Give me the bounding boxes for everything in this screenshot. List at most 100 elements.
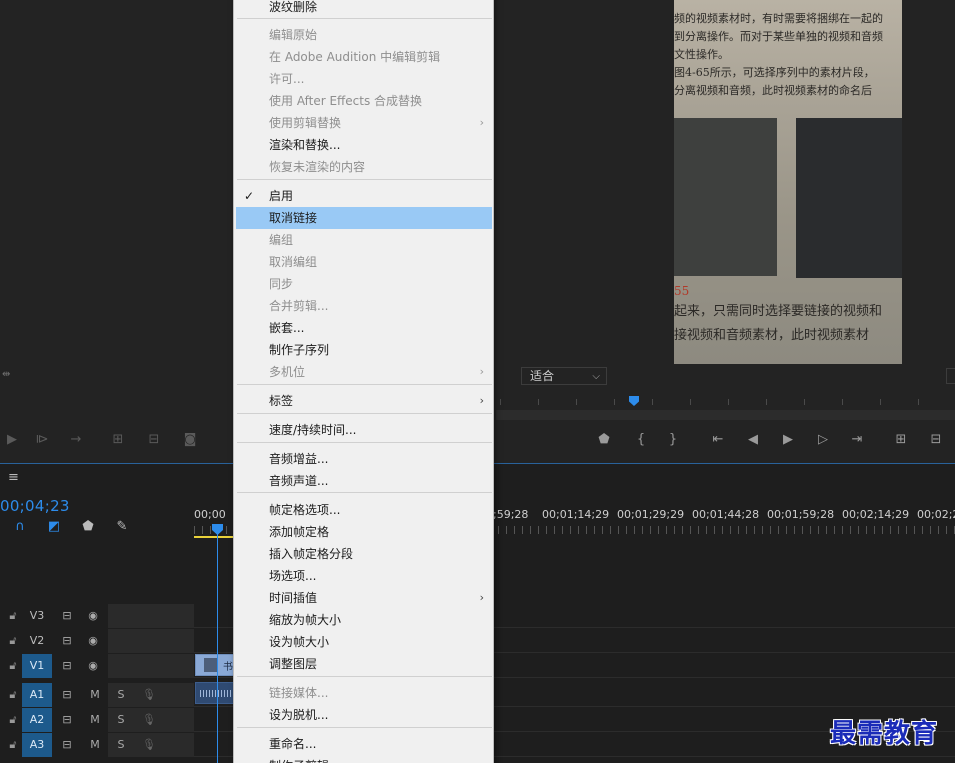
step-forward-icon[interactable]: ▷ (811, 428, 835, 452)
menu-item[interactable]: 取消链接 (236, 207, 492, 229)
menu-item-label: 缩放为帧大小 (269, 613, 342, 627)
video-text-line: 接视频和音频素材，此时视频素材 (674, 328, 870, 343)
submenu-arrow-icon: › (479, 394, 484, 407)
menu-item[interactable]: 嵌套... (236, 317, 492, 339)
microphone-icon[interactable]: 🎙︎ (142, 713, 156, 727)
track-name[interactable]: A1 (22, 683, 52, 707)
track-name[interactable]: A3 (22, 733, 52, 757)
menu-item[interactable]: 音频声道... (236, 470, 492, 492)
timeline-timecode[interactable]: 00;04;23 (0, 497, 70, 515)
menu-item[interactable]: 标签 › (236, 390, 492, 412)
extract-right-icon[interactable]: ⊟ (924, 428, 948, 452)
track-name[interactable]: V2 (22, 629, 52, 653)
wrench-icon[interactable]: ✎ (112, 517, 132, 537)
menu-item[interactable]: 速度/持续时间... (236, 419, 492, 441)
menu-item-label: 编组 (269, 233, 294, 247)
menu-item-label: 帧定格选项... (269, 503, 341, 517)
menu-item-label: 嵌套... (269, 321, 305, 335)
sync-lock-icon[interactable]: ⊟ (60, 713, 74, 727)
solo-button[interactable]: S (114, 738, 128, 752)
menu-item-label: 速度/持续时间... (269, 423, 357, 437)
video-text-line: 到分离操作。而对于某些单独的视频和音频 (674, 30, 883, 43)
linked-selection-icon[interactable]: ◩ (44, 517, 64, 537)
lift-right-icon[interactable]: ⊞ (889, 428, 913, 452)
solo-button[interactable]: S (114, 713, 128, 727)
lock-icon[interactable]: 🔓︎ (6, 688, 20, 702)
eye-icon[interactable]: ◉ (86, 634, 100, 648)
track-name[interactable]: V3 (22, 604, 52, 628)
menu-item[interactable]: 场选项... (236, 565, 492, 587)
submenu-arrow-icon: › (479, 365, 484, 378)
menu-item[interactable]: 渲染和替换... (236, 134, 492, 156)
settings-icon[interactable]: ⇹ (2, 369, 10, 380)
mute-button[interactable]: M (88, 688, 102, 702)
track-a2: 🔓︎ A2 ⊟ M S 🎙︎ (0, 708, 194, 732)
menu-item[interactable]: 制作子序列 (236, 339, 492, 361)
go-to-out-left-icon[interactable]: → (64, 428, 88, 452)
work-area-bar[interactable] (194, 536, 234, 538)
menu-item[interactable]: 添加帧定格 (236, 521, 492, 543)
eye-icon[interactable]: ◉ (86, 609, 100, 623)
lock-icon[interactable]: 🔓︎ (6, 713, 20, 727)
audio-clip[interactable] (195, 682, 235, 704)
solo-button[interactable]: S (114, 688, 128, 702)
microphone-icon[interactable]: 🎙︎ (142, 738, 156, 752)
lock-icon[interactable]: 🔓︎ (6, 738, 20, 752)
menu-item[interactable]: 音频增益... (236, 448, 492, 470)
play-in-to-out-icon[interactable]: ▶ (0, 428, 24, 452)
menu-item-label: 使用 After Effects 合成替换 (269, 94, 423, 108)
lock-icon[interactable]: 🔓︎ (6, 609, 20, 623)
eye-icon[interactable]: ◉ (86, 659, 100, 673)
track-name[interactable]: V1 (22, 654, 52, 678)
menu-item[interactable]: 启用 ✓ (236, 185, 492, 207)
sync-lock-icon[interactable]: ⊟ (60, 609, 74, 623)
menu-item-label: 取消编组 (269, 255, 318, 269)
lock-icon[interactable]: 🔓︎ (6, 659, 20, 673)
extract-icon[interactable]: ⊟ (142, 428, 166, 452)
menu-item[interactable]: 波纹删除 (236, 0, 492, 18)
menu-item-label: 添加帧定格 (269, 525, 330, 539)
ruler-tick (728, 399, 729, 405)
ruler-label: 00;01;29;29 (617, 508, 685, 521)
go-to-in-icon[interactable]: ⇤ (706, 428, 730, 452)
menu-item[interactable]: 插入帧定格分段 (236, 543, 492, 565)
menu-item[interactable]: 重命名... (236, 733, 492, 755)
sync-lock-icon[interactable]: ⊟ (60, 688, 74, 702)
video-preview: 频的视频素材时，有时需要将捆绑在一起的 到分离操作。而对于某些单独的视频和音频 … (674, 0, 902, 364)
sync-lock-icon[interactable]: ⊟ (60, 634, 74, 648)
menu-item[interactable]: 制作子剪辑... (236, 755, 492, 763)
ruler-tick (766, 399, 767, 405)
play-icon[interactable]: ▶ (776, 428, 800, 452)
microphone-icon[interactable]: 🎙︎ (142, 688, 156, 702)
add-marker-icon[interactable]: ⬟ (592, 428, 616, 452)
step-back-icon[interactable]: ◀ (741, 428, 765, 452)
sync-lock-icon[interactable]: ⊟ (60, 738, 74, 752)
menu-item[interactable]: 时间插值 › (236, 587, 492, 609)
menu-item[interactable]: 帧定格选项... (236, 499, 492, 521)
mute-button[interactable]: M (88, 713, 102, 727)
mark-out-icon[interactable]: } (661, 428, 685, 452)
lock-icon[interactable]: 🔓︎ (6, 634, 20, 648)
camera-icon[interactable]: ◙ (178, 428, 202, 452)
menu-item[interactable]: 缩放为帧大小 (236, 609, 492, 631)
panel-menu-icon[interactable]: ≡ (8, 470, 19, 485)
track-v3: 🔓︎ V3 ⊟ ◉ (0, 604, 194, 628)
step-forward-left-icon[interactable]: ⧐ (30, 428, 54, 452)
mark-in-icon[interactable]: { (629, 428, 653, 452)
fit-dropdown[interactable]: 适合 ⌵ (521, 367, 607, 385)
playhead-line (217, 534, 218, 763)
mute-button[interactable]: M (88, 738, 102, 752)
menu-item[interactable]: 设为帧大小 (236, 631, 492, 653)
menu-item: 使用 After Effects 合成替换 (236, 90, 492, 112)
track-name[interactable]: A2 (22, 708, 52, 732)
video-clip[interactable]: 书 (195, 654, 235, 676)
lift-icon[interactable]: ⊞ (106, 428, 130, 452)
sync-lock-icon[interactable]: ⊟ (60, 659, 74, 673)
zoom-scrollbar[interactable] (496, 410, 955, 420)
go-to-out-icon[interactable]: ⇥ (845, 428, 869, 452)
snap-icon[interactable]: ∩ (10, 517, 30, 537)
resolution-dropdown[interactable] (946, 368, 955, 384)
menu-item[interactable]: 调整图层 (236, 653, 492, 675)
marker-icon[interactable]: ⬟ (78, 517, 98, 537)
menu-item[interactable]: 设为脱机... (236, 704, 492, 726)
